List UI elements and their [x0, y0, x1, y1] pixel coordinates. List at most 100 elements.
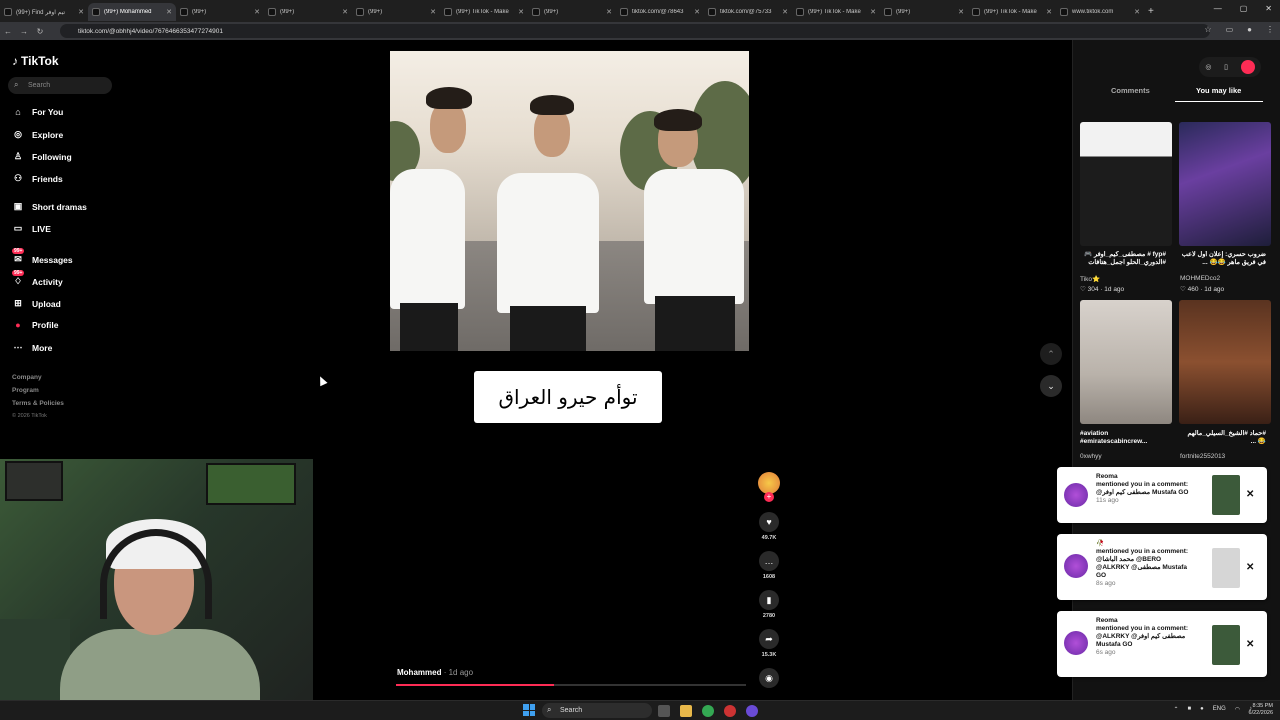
browser-tab[interactable]: (99+) TikTok - Make ✕	[440, 3, 528, 21]
recommended-username[interactable]: Tiko⭐	[1080, 275, 1100, 283]
video-progress-bar[interactable]	[396, 684, 746, 686]
sidebar-item-profile[interactable]: ● Profile	[12, 320, 58, 330]
minimize-icon[interactable]: —	[1214, 4, 1222, 13]
user-avatar-icon[interactable]	[1240, 60, 1255, 74]
browser-tab[interactable]: (99+) ✕	[352, 3, 440, 21]
profile-icon[interactable]: ●	[1247, 25, 1252, 34]
sidebar-item-live[interactable]: ▭ LIVE	[12, 223, 51, 234]
tray-app-icon[interactable]: ■	[1187, 706, 1191, 713]
close-tab-icon[interactable]: ✕	[694, 8, 700, 16]
close-tab-icon[interactable]: ✕	[958, 8, 964, 16]
app-icon[interactable]	[746, 705, 758, 717]
reload-icon[interactable]: ↻	[32, 27, 48, 36]
video-author[interactable]: Mohammed · 1d ago	[397, 668, 473, 677]
video-player[interactable]	[390, 51, 749, 351]
close-tab-icon[interactable]: ✕	[606, 8, 612, 16]
footer-link-program[interactable]: Program	[12, 387, 39, 394]
sidebar-item-activity[interactable]: ♢ Activity 99+	[12, 270, 63, 287]
back-icon[interactable]: ←	[0, 27, 16, 36]
sidebar-item-messages[interactable]: ✉ Messages 99+	[12, 248, 73, 265]
browser-tab[interactable]: (99+) ✕	[528, 3, 616, 21]
footer-link-terms[interactable]: Terms & Policies	[12, 400, 64, 407]
taskbar-search[interactable]: ⌕ Search	[542, 703, 652, 718]
sidebar-item-upload[interactable]: ⊞ Upload	[12, 298, 61, 309]
tiktok-logo[interactable]: ♪ TikTok	[12, 54, 59, 68]
chrome-icon[interactable]	[702, 705, 714, 717]
close-tab-icon[interactable]: ✕	[782, 8, 788, 16]
taskbar-clock[interactable]: 8:35 PM 6/22/2026	[1249, 703, 1273, 717]
comment-button[interactable]: … 1608	[758, 551, 780, 580]
recommended-username[interactable]: fortnite2552013	[1180, 453, 1225, 460]
sidebar-item-short-dramas[interactable]: ▣ Short dramas	[12, 201, 87, 212]
sidebar-item-friends[interactable]: ⚇ Friends	[12, 173, 63, 184]
music-disc-button[interactable]: ◉	[758, 668, 780, 688]
creator-avatar[interactable]	[758, 472, 780, 494]
recommended-thumbnail[interactable]	[1080, 122, 1172, 246]
url-field[interactable]: tiktok.com/@obhhj4/video/767646635347727…	[60, 24, 1210, 38]
browser-tab[interactable]: (99+) ✕	[264, 3, 352, 21]
recommended-description[interactable]: #aviation #emiratescabincrew...	[1080, 430, 1166, 446]
close-icon[interactable]: ✕	[1246, 489, 1254, 500]
mention-notification[interactable]: 🥀 mentioned you in a comment: @محمد الباش…	[1057, 534, 1267, 600]
sidebar-item-more[interactable]: ⋯ More	[12, 342, 53, 353]
tab-you-may-like[interactable]: You may like	[1196, 86, 1241, 95]
file-explorer-icon[interactable]	[680, 705, 692, 717]
recommended-thumbnail[interactable]	[1179, 122, 1271, 246]
chevron-up-icon[interactable]: ⌃	[1173, 706, 1178, 713]
new-tab-icon[interactable]: +	[1148, 6, 1154, 17]
recommended-thumbnail[interactable]	[1080, 300, 1172, 424]
follow-plus-icon[interactable]: +	[764, 492, 774, 502]
recommended-username[interactable]: 0xwhyy	[1080, 453, 1102, 460]
wifi-icon[interactable]: ◠	[1235, 706, 1240, 713]
close-tab-icon[interactable]: ✕	[166, 8, 172, 16]
save-button[interactable]: ▮ 2780	[758, 590, 780, 619]
bookmark-star-icon[interactable]: ☆	[1204, 25, 1211, 34]
close-icon[interactable]: ✕	[1246, 639, 1254, 650]
recommended-description[interactable]: #fyp # مصطفى_كيم_اوفر 🎮 #الدوري_الحلو اج…	[1080, 251, 1166, 267]
browser-tab[interactable]: tiktok.com/@75733 ✕	[704, 3, 792, 21]
close-tab-icon[interactable]: ✕	[518, 8, 524, 16]
close-tab-icon[interactable]: ✕	[78, 8, 84, 16]
search-input[interactable]: ⌕ Search	[8, 77, 112, 94]
compass-icon[interactable]: ◎	[1205, 63, 1211, 71]
browser-tab[interactable]: (99+) TikTok - Make ✕	[968, 3, 1056, 21]
sidebar-item-following[interactable]: ♙ Following	[12, 151, 72, 162]
close-tab-icon[interactable]: ✕	[1046, 8, 1052, 16]
phone-icon[interactable]: ▯	[1224, 63, 1228, 71]
next-video-button[interactable]: ⌄	[1040, 375, 1062, 397]
mention-notification[interactable]: Reoma mentioned you in a comment: @مصطفى …	[1057, 467, 1267, 523]
browser-tab[interactable]: tiktok.com/@78643 ✕	[616, 3, 704, 21]
browser-tab[interactable]: (99+) ✕	[176, 3, 264, 21]
previous-video-button[interactable]: ⌃	[1040, 343, 1062, 365]
recommended-description[interactable]: ضروب حسري: إعلان أول لاعب في فريق ماهر 😂…	[1180, 251, 1266, 267]
browser-tab-active[interactable]: (99+) Mohammed ✕	[88, 3, 176, 21]
extensions-icon[interactable]: ▭	[1226, 25, 1234, 34]
sidebar-item-explore[interactable]: ◎ Explore	[12, 129, 63, 140]
recommended-username[interactable]: MOHMEDco2	[1180, 275, 1220, 282]
maximize-icon[interactable]: ▢	[1240, 4, 1248, 13]
language-indicator[interactable]: ENG	[1213, 706, 1226, 713]
recommended-thumbnail[interactable]	[1179, 300, 1271, 424]
menu-dots-icon[interactable]: ⋮	[1266, 25, 1274, 34]
browser-tab[interactable]: (99+) TikTok - Make ✕	[792, 3, 880, 21]
share-button[interactable]: ➦ 15.3K	[758, 629, 780, 658]
close-icon[interactable]: ✕	[1246, 562, 1254, 573]
close-tab-icon[interactable]: ✕	[342, 8, 348, 16]
browser-tab[interactable]: (99+) ✕	[880, 3, 968, 21]
close-tab-icon[interactable]: ✕	[254, 8, 260, 16]
sidebar-item-for-you[interactable]: ⌂ For You	[12, 107, 63, 117]
tab-comments[interactable]: Comments	[1111, 86, 1150, 95]
windows-start-icon[interactable]	[523, 704, 535, 716]
close-tab-icon[interactable]: ✕	[1134, 8, 1140, 16]
browser-tab[interactable]: (99+) Find تيم اوفر ✕	[0, 3, 88, 21]
close-window-icon[interactable]: ✕	[1265, 4, 1272, 13]
footer-link-company[interactable]: Company	[12, 374, 42, 381]
like-button[interactable]: ♥ 49.7K	[758, 512, 780, 541]
browser-tab[interactable]: www.tiktok.com ✕	[1056, 3, 1144, 21]
recommended-description[interactable]: #حماد #الشيخ_السيلي_مالهم 😂 ...	[1180, 430, 1266, 446]
task-view-icon[interactable]	[658, 705, 670, 717]
mention-notification[interactable]: Reoma mentioned you in a comment: @ALKRKY…	[1057, 611, 1267, 677]
close-tab-icon[interactable]: ✕	[870, 8, 876, 16]
forward-icon[interactable]: →	[16, 27, 32, 36]
tray-app-icon[interactable]: ●	[1200, 706, 1204, 713]
